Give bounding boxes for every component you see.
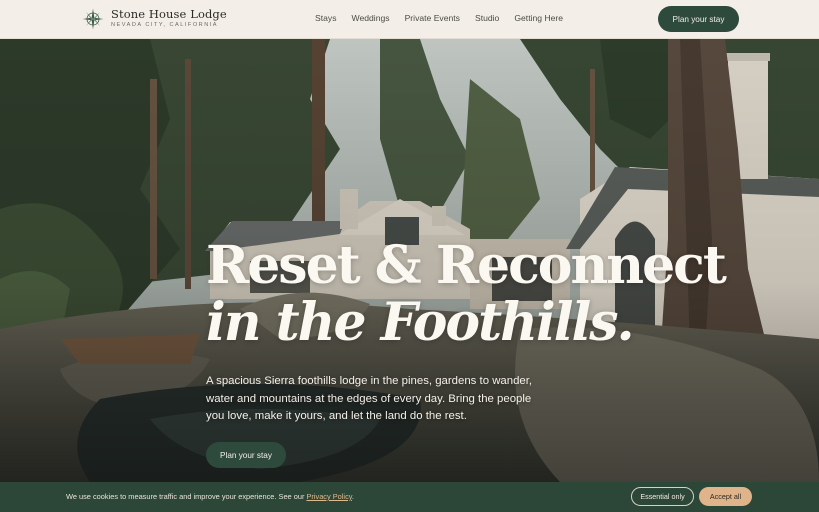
hero-title: Reset & Reconnect in the Foothills. — [206, 235, 727, 354]
nav-link-private-events[interactable]: Private Events — [405, 13, 460, 23]
brand-name: Stone House Lodge — [111, 6, 227, 21]
nav-link-stays[interactable]: Stays — [315, 13, 337, 23]
cookie-text: We use cookies to measure traffic and im… — [66, 492, 307, 501]
compass-rose-icon — [82, 8, 104, 30]
plan-stay-hero-button[interactable]: Plan your stay — [206, 442, 286, 468]
plan-stay-header-button[interactable]: Plan your stay — [658, 6, 739, 32]
nav-link-getting-here[interactable]: Getting Here — [514, 13, 563, 23]
brand-location: NEVADA CITY, CALIFORNIA — [111, 22, 219, 29]
hero-section: Reset & Reconnect in the Foothills. A sp… — [0, 39, 819, 482]
essential-only-button[interactable]: Essential only — [631, 487, 694, 506]
cookie-banner: We use cookies to measure traffic and im… — [0, 482, 819, 512]
main-nav: Stays Weddings Private Events Studio Get… — [315, 13, 578, 23]
brand-logo[interactable]: Stone House Lodge NEVADA CITY, CALIFORNI… — [82, 8, 227, 30]
site-header: Stone House Lodge NEVADA CITY, CALIFORNI… — [0, 0, 819, 39]
hero-title-line-2: in the Foothills. — [206, 292, 635, 354]
cookie-text-end: . — [351, 492, 354, 501]
hero-description: A spacious Sierra foothills lodge in the… — [206, 375, 533, 422]
accept-all-button[interactable]: Accept all — [699, 487, 752, 506]
nav-link-weddings[interactable]: Weddings — [352, 13, 390, 23]
cookie-message: We use cookies to measure traffic and im… — [66, 492, 354, 501]
privacy-policy-link[interactable]: Privacy Policy — [306, 492, 351, 501]
hero-title-line-1: Reset & Reconnect — [206, 235, 727, 296]
nav-link-studio[interactable]: Studio — [475, 13, 499, 23]
